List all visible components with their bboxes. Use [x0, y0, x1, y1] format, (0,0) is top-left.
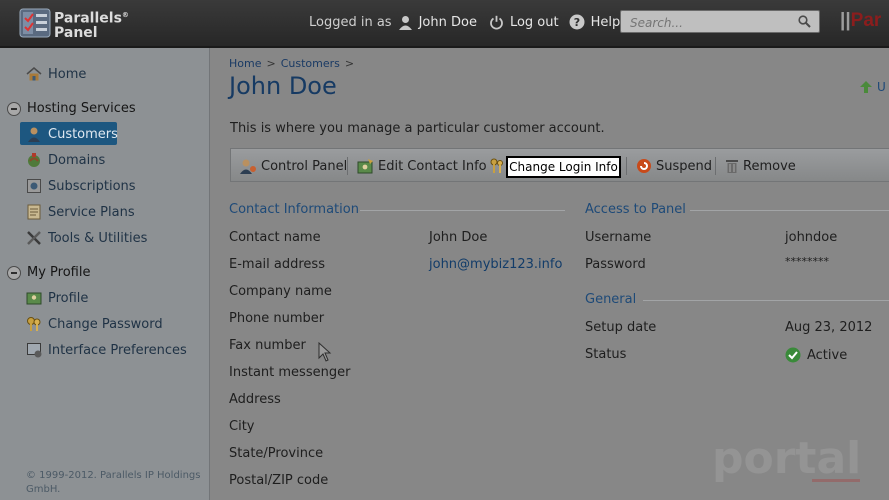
collapse-icon[interactable]	[7, 265, 21, 280]
field-label: E-mail address	[229, 257, 325, 272]
remove-button[interactable]: Remove	[725, 158, 796, 174]
change-login-keys-icon-wrap[interactable]	[490, 158, 504, 174]
field-label: Status	[585, 347, 627, 362]
help-icon: ?	[569, 14, 585, 30]
sidebar-item-change-password[interactable]: Change Password	[26, 316, 163, 332]
email-link[interactable]: john@mybiz123.info	[429, 257, 562, 272]
login-status: Logged in as John Doe Log out ? Help	[309, 14, 620, 30]
field-label: Fax number	[229, 338, 306, 353]
access-panel-title: Access to Panel	[585, 202, 686, 217]
svg-text:?: ?	[573, 16, 579, 29]
profile-icon	[26, 292, 42, 305]
breadcrumb-home[interactable]: Home	[229, 57, 261, 70]
upload-link[interactable]: U	[859, 80, 886, 94]
edit-contact-info-button[interactable]: Edit Contact Info	[357, 158, 487, 174]
page-title: John Doe	[229, 72, 337, 100]
general-title: General	[585, 292, 637, 307]
parallels-logo-icon	[19, 8, 51, 38]
top-bar: Parallels® Panel Logged in as John Doe L…	[0, 0, 889, 48]
subscriptions-icon	[27, 179, 41, 193]
keys-icon	[27, 317, 41, 331]
breadcrumb-customers[interactable]: Customers	[281, 57, 340, 70]
contact-info-title: Contact Information	[229, 202, 359, 217]
change-login-info-button[interactable]: Change Login Info	[506, 156, 621, 178]
section-my-profile[interactable]: My Profile	[7, 265, 90, 280]
interface-icon	[27, 343, 42, 358]
sidebar-item-service-plans[interactable]: Service Plans	[26, 204, 135, 220]
divider	[643, 300, 889, 301]
password-value: ********	[785, 255, 829, 268]
keys-icon	[490, 158, 503, 173]
field-label: Phone number	[229, 311, 325, 326]
sidebar-item-customers[interactable]: Customers	[26, 126, 118, 142]
divider	[690, 210, 889, 211]
domains-icon	[28, 153, 40, 167]
sidebar-item-tools[interactable]: Tools & Utilities	[26, 230, 147, 246]
field-label: City	[229, 419, 255, 434]
suspend-button[interactable]: Suspend	[636, 158, 712, 174]
edit-contact-icon	[357, 159, 373, 174]
field-label: Contact name	[229, 230, 321, 245]
sidebar-item-home[interactable]: Home	[26, 66, 86, 82]
parallels-brand-logo: ||Par	[840, 10, 882, 31]
service-plans-icon	[27, 204, 41, 220]
user-icon	[398, 15, 412, 30]
field-label: Instant messenger	[229, 365, 351, 380]
power-icon	[490, 15, 503, 29]
control-panel-icon	[240, 159, 256, 174]
tools-icon	[27, 231, 41, 245]
help-link[interactable]: ? Help	[569, 14, 620, 30]
page-description: This is where you manage a particular cu…	[230, 121, 605, 136]
sidebar-item-interface-preferences[interactable]: Interface Preferences	[26, 342, 187, 358]
field-label: Setup date	[585, 320, 657, 335]
setup-date-value: Aug 23, 2012	[785, 320, 873, 335]
logged-in-label: Logged in as	[309, 14, 392, 30]
divider	[360, 210, 565, 211]
status-badge: Active	[785, 347, 847, 363]
portal-watermark-logo: portal	[712, 433, 861, 484]
breadcrumb: Home > Customers >	[229, 57, 355, 70]
home-icon	[26, 67, 42, 81]
trash-icon	[726, 160, 738, 173]
username-value: johndoe	[785, 230, 838, 245]
sidebar-item-profile[interactable]: Profile	[26, 290, 88, 306]
section-hosting-services[interactable]: Hosting Services	[7, 101, 136, 116]
app-logo-text: Parallels® Panel	[54, 10, 129, 41]
up-arrow-icon	[860, 81, 872, 93]
mouse-cursor-icon	[318, 342, 332, 362]
field-label: State/Province	[229, 446, 324, 461]
svg-text:portal: portal	[712, 433, 861, 484]
suspend-icon	[637, 159, 651, 173]
field-label: Postal/ZIP code	[229, 473, 329, 488]
logged-in-user[interactable]: John Doe	[419, 15, 477, 30]
field-label: Address	[229, 392, 281, 407]
search-box[interactable]	[620, 10, 820, 33]
collapse-icon[interactable]	[7, 101, 21, 116]
sidebar-item-subscriptions[interactable]: Subscriptions	[26, 178, 136, 194]
control-panel-button[interactable]: Control Panel	[239, 158, 347, 174]
copyright-footer: © 1999-2012. Parallels IP Holdings GmbH.	[26, 470, 201, 495]
field-label: Company name	[229, 284, 332, 299]
field-label: Password	[585, 257, 646, 272]
search-icon[interactable]	[798, 15, 811, 28]
customers-icon	[28, 127, 40, 142]
logout-link[interactable]: Log out	[489, 15, 559, 30]
check-circle-icon	[785, 347, 801, 363]
sidebar-item-domains[interactable]: Domains	[26, 152, 105, 168]
field-label: Username	[585, 230, 652, 245]
contact-name-value: John Doe	[429, 230, 488, 245]
search-input[interactable]	[628, 13, 792, 32]
